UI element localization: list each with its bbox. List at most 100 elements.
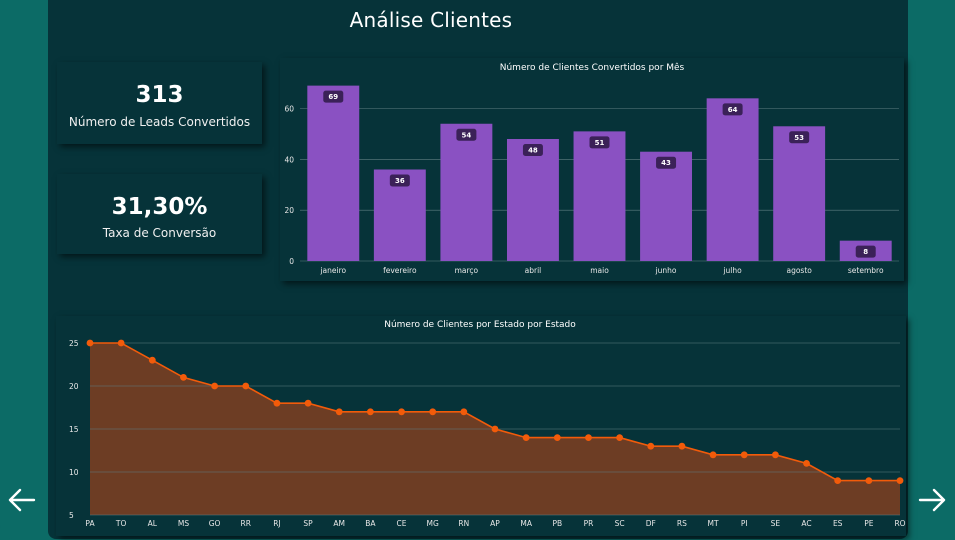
bar-x-tick-label: fevereiro — [383, 266, 417, 275]
area-x-tick-label: AC — [801, 519, 811, 528]
area-x-tick-label: AM — [333, 519, 345, 528]
bar-data-label: 54 — [462, 131, 472, 139]
area-x-tick-label: MS — [178, 519, 189, 528]
bar — [773, 126, 826, 262]
arrow-right-icon[interactable] — [916, 484, 948, 516]
data-point — [242, 382, 250, 390]
data-point — [491, 425, 499, 433]
area-x-tick-label: AP — [490, 519, 500, 528]
data-point — [117, 339, 125, 347]
area-x-tick-label: RR — [241, 519, 251, 528]
area-x-tick-label: RN — [458, 519, 469, 528]
data-point — [834, 477, 842, 484]
data-point — [865, 477, 873, 484]
data-point — [647, 442, 655, 450]
data-point — [678, 442, 686, 450]
data-point — [366, 408, 374, 416]
bar — [440, 123, 493, 261]
area-x-tick-label: AL — [148, 519, 158, 528]
data-point — [585, 434, 592, 441]
bar-y-tick-label: 0 — [289, 257, 294, 266]
bar-data-label: 53 — [794, 134, 804, 142]
data-point — [896, 477, 904, 484]
bar-x-tick-label: março — [455, 266, 479, 275]
bar-data-label: 51 — [595, 139, 605, 147]
dashboard-title: Análise Clientes — [349, 8, 513, 32]
area-x-tick-label: PI — [741, 519, 748, 528]
bar-x-tick-label: agosto — [786, 266, 812, 275]
area-x-tick-label: RS — [677, 519, 687, 528]
data-point — [740, 451, 748, 459]
area-x-tick-label: PA — [85, 519, 95, 528]
data-point — [709, 451, 717, 459]
bar-y-tick-label: 60 — [284, 105, 294, 114]
kpi-conversion-value: 31,30% — [111, 194, 208, 220]
area-x-tick-label: SP — [303, 519, 313, 528]
bar — [706, 98, 759, 261]
data-point — [398, 408, 405, 416]
area-x-tick-label: MG — [427, 519, 439, 528]
bar — [573, 131, 626, 261]
kpi-conversion-label: Taxa de Conversão — [102, 226, 217, 240]
bar — [307, 85, 360, 261]
bar-data-label: 69 — [328, 93, 338, 101]
area-x-tick-label: TO — [115, 519, 127, 528]
area-y-tick-label: 25 — [69, 339, 79, 348]
bar-y-tick-label: 20 — [284, 206, 294, 215]
bar-x-tick-label: maio — [590, 266, 609, 275]
bar-data-label: 43 — [661, 159, 671, 167]
area-x-tick-label: ES — [833, 519, 843, 528]
data-point — [211, 382, 219, 390]
area-y-tick-label: 10 — [69, 468, 79, 477]
arrow-left-icon[interactable] — [6, 484, 38, 516]
area-x-tick-label: MT — [708, 519, 719, 528]
bar-data-label: 64 — [728, 106, 738, 114]
area-x-tick-label: DF — [646, 519, 656, 528]
bar-x-tick-label: julho — [722, 266, 742, 275]
bar-y-tick-label: 40 — [284, 155, 294, 164]
data-point — [803, 460, 810, 467]
area-y-tick-label: 15 — [69, 425, 79, 434]
data-point — [180, 374, 187, 381]
area-x-tick-label: RO — [894, 519, 905, 528]
area-y-tick-label: 5 — [69, 511, 74, 520]
bar-x-tick-label: janeiro — [319, 266, 346, 275]
area-x-tick-label: PB — [552, 519, 562, 528]
area-x-tick-label: PR — [584, 519, 594, 528]
bar-x-tick-label: abril — [525, 266, 542, 275]
data-point — [273, 399, 281, 407]
area-x-tick-label: SC — [615, 519, 625, 528]
data-point — [335, 408, 343, 416]
area-chart-title: Número de Clientes por Estado por Estado — [384, 320, 576, 330]
data-point — [460, 408, 468, 416]
bar-chart: Número de Clientes Convertidos por Mês 0… — [284, 62, 899, 275]
data-point — [553, 434, 561, 441]
kpi-leads-value: 313 — [135, 82, 184, 108]
bar-x-tick-label: junho — [655, 266, 677, 275]
data-point — [616, 434, 624, 441]
area-x-tick-label: RJ — [273, 519, 280, 528]
bar-data-label: 8 — [863, 248, 868, 256]
kpi-card-conversion: 31,30% Taxa de Conversão — [57, 174, 262, 254]
bar-data-label: 48 — [528, 147, 538, 155]
area-x-tick-label: SE — [771, 519, 781, 528]
kpi-leads-label: Número de Leads Convertidos — [68, 115, 251, 129]
bar-data-label: 36 — [395, 177, 405, 185]
data-point — [771, 451, 779, 459]
bar-chart-title: Número de Clientes Convertidos por Mês — [500, 62, 685, 73]
data-point — [429, 408, 437, 416]
data-point — [304, 399, 312, 407]
kpi-card-leads: 313 Número de Leads Convertidos — [57, 62, 262, 144]
bar — [506, 139, 559, 261]
area-x-tick-label: PE — [864, 519, 874, 528]
data-point — [522, 434, 530, 441]
right-frame — [908, 0, 955, 539]
area-chart: Número de Clientes por Estado por Estado… — [69, 320, 906, 528]
area-y-tick-label: 20 — [69, 382, 79, 391]
area-x-tick-label: BA — [365, 519, 376, 528]
bar-chart-card: Número de Clientes Convertidos por Mês 0… — [280, 58, 904, 281]
bar-x-tick-label: setembro — [848, 266, 884, 275]
area-x-tick-label: GO — [209, 519, 221, 528]
area-chart-card: Número de Clientes por Estado por Estado… — [56, 316, 906, 536]
area-x-tick-label: MA — [520, 519, 532, 528]
